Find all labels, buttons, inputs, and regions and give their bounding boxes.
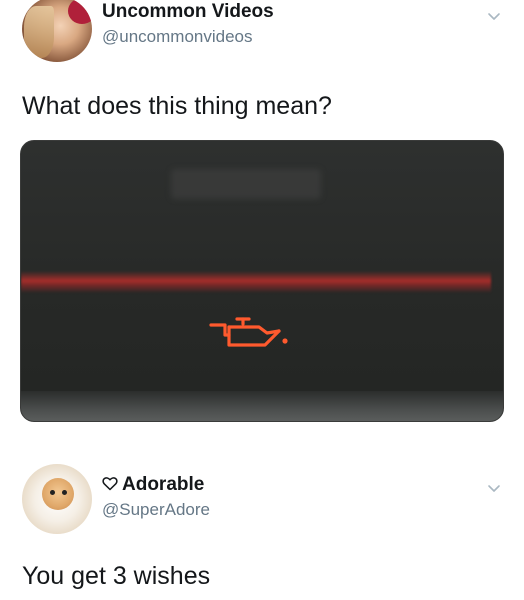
avatar-cap (68, 0, 92, 24)
dog-eye (50, 490, 55, 495)
author-handle[interactable]: @SuperAdore (102, 500, 210, 520)
avatar[interactable] (22, 464, 92, 534)
dog-eye (62, 490, 67, 495)
chevron-down-icon[interactable] (486, 8, 502, 24)
tweet-media-image[interactable] (20, 140, 504, 422)
main-tweet: Uncommon Videos @uncommonvideos What doe… (0, 0, 524, 440)
author-handle[interactable]: @uncommonvideos (102, 27, 253, 47)
author-name[interactable]: Uncommon Videos (102, 1, 274, 23)
faded-dashboard-label (171, 169, 321, 199)
oil-can-warning-icon (209, 317, 288, 347)
tweet-text: What does this thing mean? (22, 92, 332, 120)
red-glow-band (21, 271, 491, 293)
avatar[interactable] (22, 0, 92, 62)
author-name-row[interactable]: Adorable (102, 474, 204, 496)
dashboard-edge (21, 391, 503, 421)
reply-tweet: Adorable @SuperAdore You get 3 wishes (0, 452, 524, 600)
heart-outline-icon (102, 477, 118, 491)
dog-face (42, 478, 74, 510)
tweet-text: You get 3 wishes (22, 562, 211, 590)
author-name: Adorable (122, 474, 205, 495)
avatar-hair (24, 6, 54, 58)
chevron-down-icon[interactable] (486, 480, 502, 496)
